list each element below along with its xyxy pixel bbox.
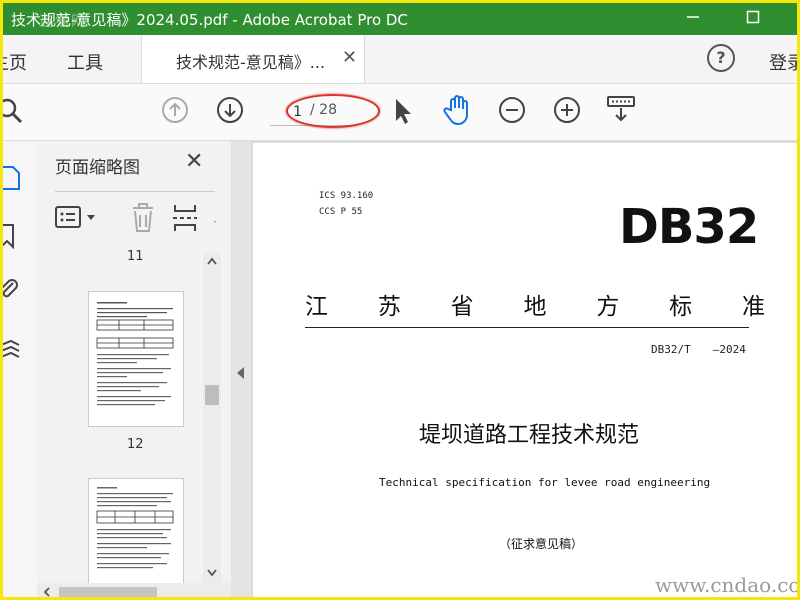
tab-document-label: 技术规范-意见稿》...	[176, 53, 326, 72]
standard-code: DB32/T —2024	[651, 343, 746, 356]
maximize-icon	[746, 10, 760, 24]
document-page: ICS 93.160 CCS P 55 DB32 江 苏 省 地 方 标 准 D…	[253, 143, 800, 597]
panel-divider	[55, 191, 215, 192]
panel-splitter[interactable]	[231, 141, 251, 597]
thumbnail-page-13[interactable]	[88, 478, 184, 584]
layers-icon[interactable]	[0, 337, 21, 363]
standard-title-char: 省	[450, 294, 474, 320]
title-bar: 技术规范-意见稿》2024.05.pdf - Adobe Acrobat Pro…	[3, 3, 797, 35]
ccs-code: CCS P 55	[319, 207, 363, 217]
document-view: ICS 93.160 CCS P 55 DB32 江 苏 省 地 方 标 准 D…	[251, 141, 800, 597]
scroll-down-icon[interactable]	[206, 569, 218, 577]
attachment-icon[interactable]	[0, 277, 21, 303]
options-menu-icon[interactable]	[55, 205, 99, 231]
app-frame: 技术规范-意见稿》2024.05.pdf - Adobe Acrobat Pro…	[0, 0, 800, 600]
thumbnail-page-12[interactable]	[88, 291, 184, 427]
scroll-up-icon[interactable]	[206, 257, 218, 265]
keyboard-fit-icon[interactable]	[606, 94, 636, 124]
zoom-in-icon[interactable]	[553, 96, 581, 124]
scrollbar-thumb[interactable]	[205, 385, 219, 405]
document-english-title: Technical specification for levee road e…	[379, 476, 711, 489]
thumbnail-panel: 页面缩略图 ✕ · 11 12	[37, 141, 232, 598]
page-preview	[96, 487, 174, 569]
horizontal-scrollbar-thumb[interactable]	[59, 587, 157, 597]
tab-document[interactable]: 技术规范-意见稿》... ✕	[141, 35, 365, 83]
site-watermark: www.cndao.com	[655, 573, 800, 597]
tab-bar: 主页 工具 技术规范-意见稿》... ✕ ? 登录	[3, 35, 797, 84]
page-thumbnails-icon[interactable]	[0, 165, 21, 191]
standard-title-char: 标	[669, 294, 693, 320]
draft-note: （征求意见稿）	[499, 537, 584, 551]
help-icon[interactable]: ?	[707, 44, 735, 72]
standard-title-char: 方	[596, 294, 620, 320]
select-cursor-icon[interactable]	[391, 97, 415, 125]
toolbar: / 28	[3, 84, 797, 141]
page-preview	[96, 302, 174, 406]
left-rail	[0, 141, 38, 597]
tab-tools[interactable]: 工具	[67, 49, 103, 75]
standard-title-char: 江	[305, 294, 328, 320]
trash-icon[interactable]	[129, 203, 157, 233]
overflow-indicator: ·	[213, 215, 217, 229]
zoom-out-icon[interactable]	[498, 96, 526, 124]
thumbnail-vertical-scrollbar[interactable]	[203, 253, 221, 583]
next-page-icon[interactable]	[216, 96, 244, 124]
standard-title-char: 地	[523, 294, 547, 320]
thumbnail-horizontal-scrollbar[interactable]	[37, 583, 231, 598]
tab-home[interactable]: 主页	[3, 49, 27, 75]
collapse-panel-icon[interactable]	[237, 367, 244, 379]
db32-logo: DB32	[619, 199, 759, 255]
hand-tool-icon[interactable]	[443, 94, 473, 126]
scroll-left-icon[interactable]	[43, 586, 51, 598]
bookmark-icon[interactable]	[0, 223, 21, 249]
thumbnail-page-number: 12	[127, 437, 144, 452]
annotation-oval	[286, 94, 380, 128]
previous-page-icon[interactable]	[161, 96, 189, 124]
standard-title: 江 苏 省 地 方 标 准	[305, 287, 765, 321]
thumbnail-panel-title: 页面缩略图	[55, 158, 140, 178]
close-panel-icon[interactable]: ✕	[185, 149, 203, 174]
minimize-button[interactable]	[673, 5, 713, 33]
title-rule	[305, 327, 749, 328]
standard-title-char: 准	[741, 294, 765, 320]
minimize-icon	[687, 16, 699, 18]
page-break-icon[interactable]	[171, 203, 199, 233]
thumbnail-page-number: 11	[127, 249, 144, 264]
top-watermark: 连猫网	[39, 14, 87, 30]
login-button[interactable]: 登录	[769, 49, 797, 75]
document-title: 堤坝道路工程技术规范	[419, 423, 640, 448]
close-tab-icon[interactable]: ✕	[342, 47, 357, 68]
maximize-button[interactable]	[733, 5, 773, 33]
ics-code: ICS 93.160	[319, 191, 374, 201]
standard-title-char: 苏	[377, 294, 401, 320]
search-icon[interactable]	[0, 97, 25, 125]
